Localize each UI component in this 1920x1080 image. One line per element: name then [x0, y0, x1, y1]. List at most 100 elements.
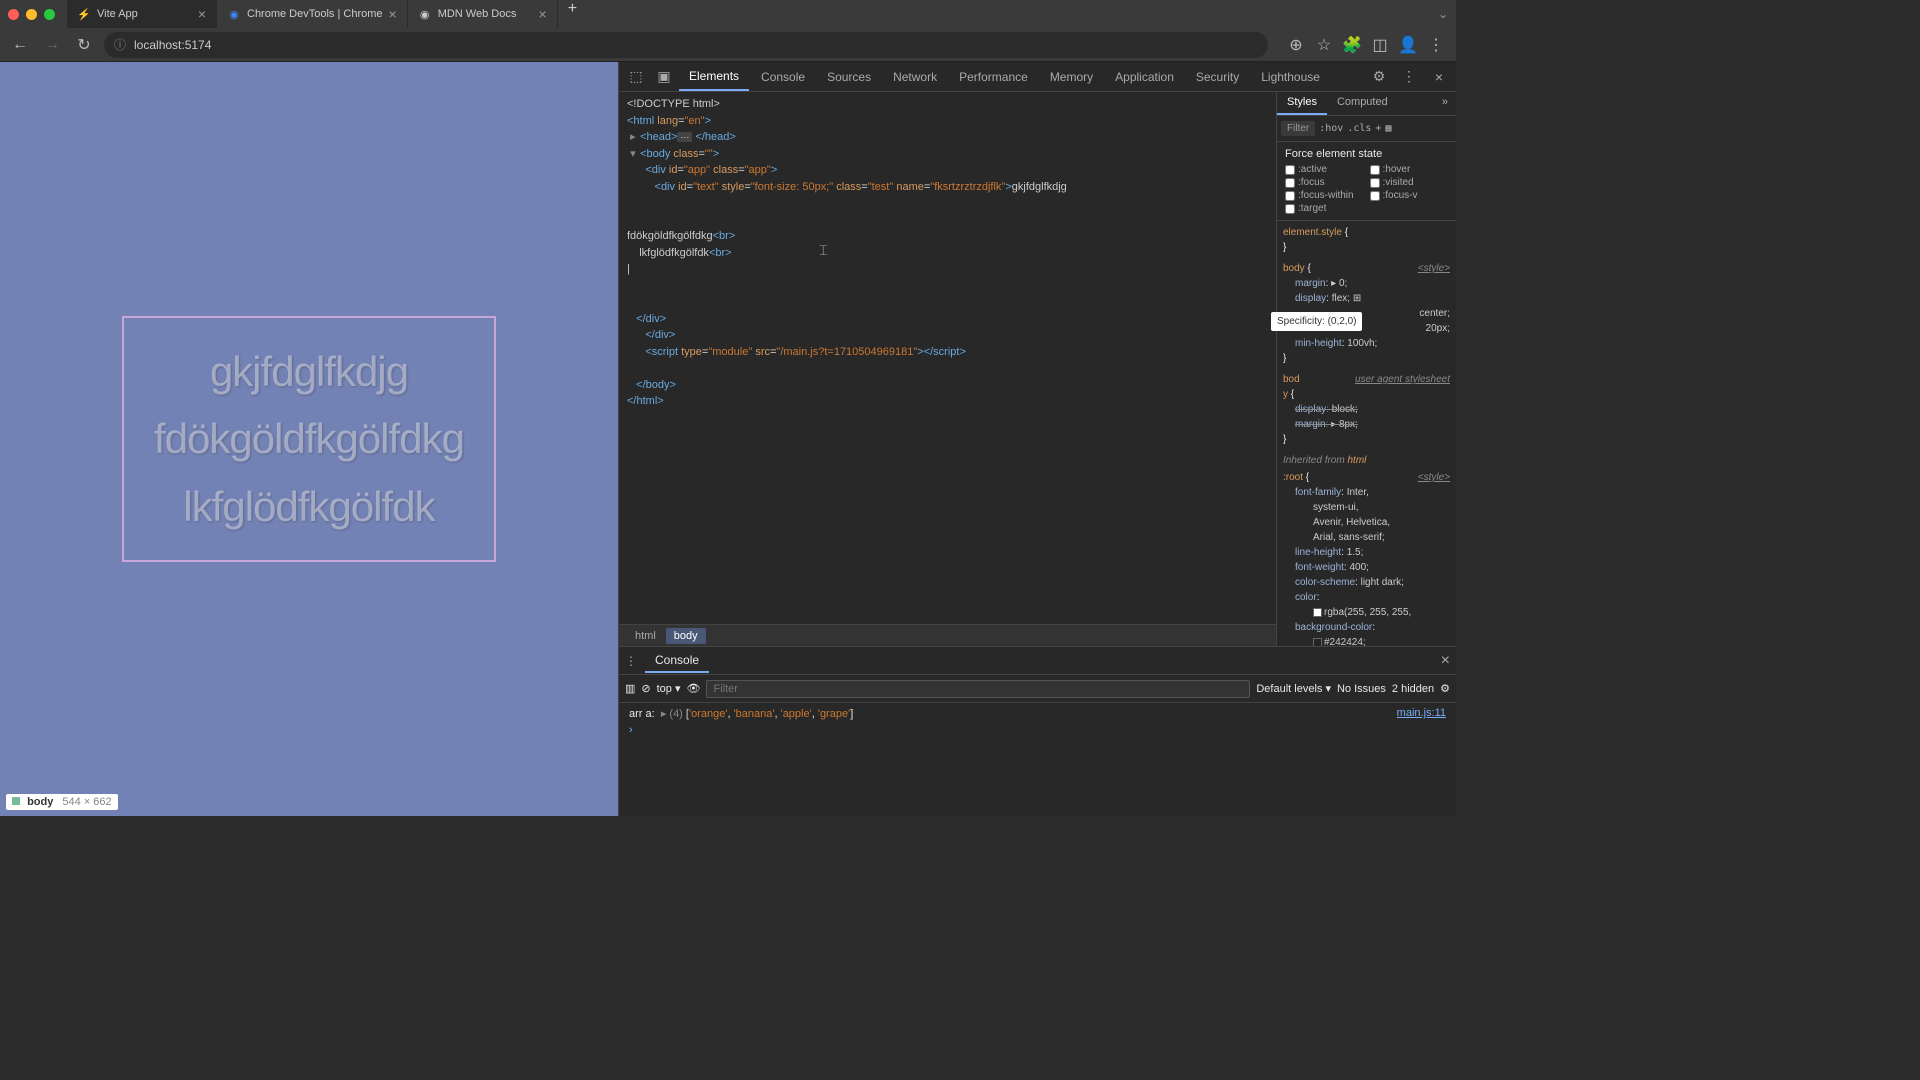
state-focus-within[interactable]: :focus-within [1285, 190, 1364, 201]
page-text-line: lkfglödfkgölfdk [154, 473, 464, 540]
element-hover-tooltip: body 544 × 662 [6, 794, 118, 810]
hover-dimensions: 544 × 662 [62, 796, 111, 808]
hover-tag: body [27, 796, 53, 808]
traffic-lights [8, 9, 55, 20]
css-rules[interactable]: element.style { } body {<style> margin: … [1277, 221, 1456, 646]
mdn-favicon-icon: ◉ [418, 7, 432, 21]
tab-application[interactable]: Application [1105, 64, 1184, 90]
dom-tree[interactable]: <!DOCTYPE html> <html lang="en"> ▸<head>… [619, 92, 1276, 624]
tab-console[interactable]: Console [751, 64, 815, 90]
window-controls: ⌄ [1438, 7, 1448, 21]
maximize-window-icon[interactable] [44, 9, 55, 20]
tab-devtools-docs[interactable]: ◉ Chrome DevTools | Chrome × [217, 0, 408, 28]
browser-toolbar: ← → ↻ ⓘ localhost:5174 ⊕ ☆ 🧩 ◫ 👤 ⋮ [0, 28, 1456, 62]
minimize-window-icon[interactable] [26, 9, 37, 20]
close-tab-icon[interactable]: × [539, 6, 547, 22]
page-text-line: gkjfdglfkdjg [154, 338, 464, 405]
devtools-tabs: ⬚ ▣ Elements Console Sources Network Per… [619, 62, 1456, 92]
tab-security[interactable]: Security [1186, 64, 1249, 90]
console-menu-icon[interactable]: ⋮ [625, 654, 637, 668]
vite-favicon-icon: ⚡ [77, 7, 91, 21]
hidden-count[interactable]: 2 hidden [1392, 683, 1434, 695]
page-text-line: fdökgöldfkgölfdkg [154, 405, 464, 472]
state-focus[interactable]: :focus [1285, 177, 1364, 188]
url-text: localhost:5174 [134, 38, 211, 52]
state-target[interactable]: :target [1285, 203, 1364, 214]
tab-title: MDN Web Docs [438, 8, 517, 20]
state-focus-visible[interactable]: :focus-v [1370, 190, 1449, 201]
reload-button[interactable]: ↻ [72, 33, 96, 57]
new-style-icon[interactable]: + [1375, 123, 1381, 134]
chevron-down-icon[interactable]: ⌄ [1438, 7, 1448, 21]
device-toggle-icon[interactable]: ▣ [651, 64, 677, 90]
bookmark-icon[interactable]: ☆ [1312, 33, 1336, 57]
back-button[interactable]: ← [8, 33, 32, 57]
tab-computed[interactable]: Computed [1327, 92, 1398, 115]
settings-icon[interactable]: ⚙ [1366, 64, 1392, 90]
menu-icon[interactable]: ⋮ [1424, 33, 1448, 57]
clear-console-icon[interactable]: ⊘ [641, 682, 650, 695]
state-hover[interactable]: :hover [1370, 164, 1449, 175]
state-visited[interactable]: :visited [1370, 177, 1449, 188]
tab-memory[interactable]: Memory [1040, 64, 1103, 90]
tab-network[interactable]: Network [883, 64, 947, 90]
styles-sidebar: Styles Computed » Filter :hov .cls + ▦ F… [1276, 92, 1456, 646]
page-viewport[interactable]: gkjfdglfkdjg fdökgöldfkgölfdkg lkfglödfk… [0, 62, 618, 816]
context-selector[interactable]: top ▾ [657, 682, 681, 695]
elements-panel: <!DOCTYPE html> <html lang="en"> ▸<head>… [619, 92, 1276, 646]
window-titlebar: ⚡ Vite App × ◉ Chrome DevTools | Chrome … [0, 0, 1456, 28]
tab-sources[interactable]: Sources [817, 64, 881, 90]
tab-title: Vite App [97, 8, 138, 20]
browser-tabs: ⚡ Vite App × ◉ Chrome DevTools | Chrome … [67, 0, 1438, 28]
specificity-tooltip: Specificity: (0,2,0) [1277, 312, 1362, 331]
tab-console-drawer[interactable]: Console [645, 649, 709, 673]
tab-lighthouse[interactable]: Lighthouse [1251, 64, 1330, 90]
close-drawer-icon[interactable]: × [1441, 652, 1450, 670]
highlighted-element: gkjfdglfkdjg fdökgöldfkgölfdkg lkfglödfk… [122, 316, 496, 562]
more-tabs-icon[interactable]: » [1434, 92, 1456, 115]
crumb-html[interactable]: html [627, 628, 664, 644]
extensions-icon[interactable]: 🧩 [1340, 33, 1364, 57]
sidepanel-icon[interactable]: ◫ [1368, 33, 1392, 57]
styles-filter-input[interactable]: Filter [1281, 121, 1315, 136]
new-tab-button[interactable]: + [558, 0, 587, 28]
close-devtools-icon[interactable]: × [1426, 64, 1452, 90]
zoom-icon[interactable]: ⊕ [1284, 33, 1308, 57]
tab-elements[interactable]: Elements [679, 63, 749, 91]
chrome-favicon-icon: ◉ [227, 7, 241, 21]
inspect-element-icon[interactable]: ⬚ [623, 64, 649, 90]
log-source-link[interactable]: main.js:11 [1397, 707, 1446, 720]
computed-toggle-icon[interactable]: ▦ [1385, 123, 1391, 134]
close-window-icon[interactable] [8, 9, 19, 20]
log-message: arr a: ▸ (4) ['orange', 'banana', 'apple… [629, 707, 853, 720]
tab-styles[interactable]: Styles [1277, 92, 1327, 115]
console-prompt[interactable]: › [629, 724, 1446, 736]
more-icon[interactable]: ⋮ [1396, 64, 1422, 90]
color-swatch-icon [12, 797, 20, 805]
console-filter-input[interactable] [706, 680, 1250, 698]
tab-vite-app[interactable]: ⚡ Vite App × [67, 0, 217, 28]
log-levels-selector[interactable]: Default levels ▾ [1256, 682, 1331, 695]
profile-icon[interactable]: 👤 [1396, 33, 1420, 57]
live-expression-icon[interactable]: 👁 [687, 682, 701, 695]
close-tab-icon[interactable]: × [198, 6, 206, 22]
breadcrumb: html body [619, 624, 1276, 646]
crumb-body[interactable]: body [666, 628, 706, 644]
sidebar-toggle-icon[interactable]: ▥ [625, 682, 635, 695]
console-output[interactable]: arr a: ▸ (4) ['orange', 'banana', 'apple… [619, 703, 1456, 816]
text-cursor-icon: ⌶ [819, 240, 827, 261]
cls-toggle[interactable]: .cls [1347, 123, 1371, 134]
state-active[interactable]: :active [1285, 164, 1364, 175]
forward-button[interactable]: → [40, 33, 64, 57]
devtools-panel: ⬚ ▣ Elements Console Sources Network Per… [618, 62, 1456, 816]
tab-mdn[interactable]: ◉ MDN Web Docs × [408, 0, 558, 28]
site-info-icon[interactable]: ⓘ [114, 36, 126, 53]
tab-performance[interactable]: Performance [949, 64, 1038, 90]
issues-badge[interactable]: No Issues [1337, 683, 1386, 695]
hov-toggle[interactable]: :hov [1319, 123, 1343, 134]
tab-title: Chrome DevTools | Chrome [247, 8, 383, 20]
console-settings-icon[interactable]: ⚙ [1440, 682, 1450, 695]
close-tab-icon[interactable]: × [389, 6, 397, 22]
force-state-label: Force element state [1285, 148, 1448, 160]
address-bar[interactable]: ⓘ localhost:5174 [104, 32, 1268, 58]
